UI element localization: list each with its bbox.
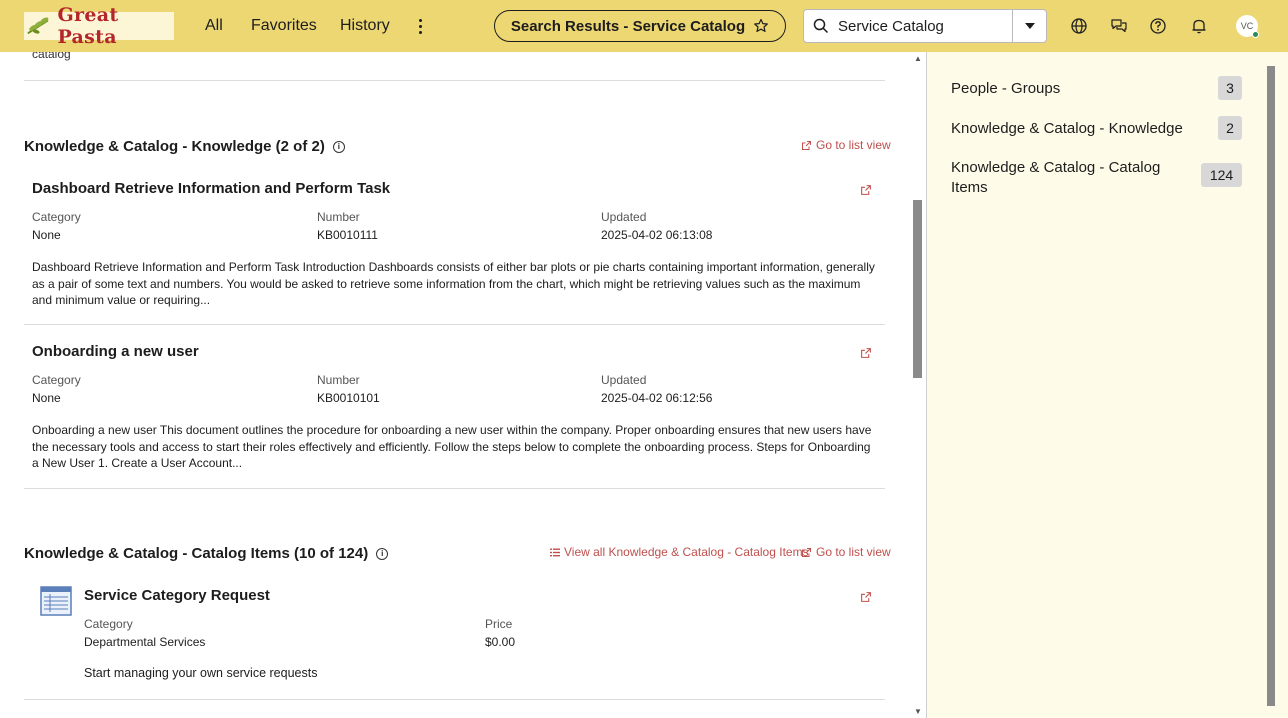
number-value: KB0010111: [317, 228, 378, 242]
category-value: None: [32, 391, 61, 405]
number-value: KB0010101: [317, 391, 380, 405]
divider: [24, 80, 885, 81]
go-to-list-label: Go to list view: [816, 138, 891, 152]
facet-knowledge[interactable]: Knowledge & Catalog - Knowledge: [951, 120, 1183, 137]
category-value: None: [32, 228, 61, 242]
info-icon[interactable]: i: [376, 547, 389, 560]
catalog-item-description: Start managing your own service requests: [84, 666, 318, 680]
facets-scrollbar[interactable]: [1267, 66, 1275, 706]
user-initials: VC: [1240, 21, 1254, 31]
open-external-icon[interactable]: [860, 184, 872, 196]
knowledge-section-heading: Knowledge & Catalog - Knowledge (2 of 2): [24, 138, 325, 155]
nav-favorites[interactable]: Favorites: [251, 17, 317, 35]
scroll-up-arrow[interactable]: ▲: [914, 54, 922, 63]
brand-logo[interactable]: Great Pasta: [24, 4, 174, 48]
view-all-catalog-items-link[interactable]: View all Knowledge & Catalog - Catalog I…: [550, 545, 809, 559]
catalog-item-icon: [40, 586, 72, 616]
scroll-down-arrow[interactable]: ▼: [914, 707, 922, 716]
category-label: Category: [84, 617, 133, 631]
nav-history[interactable]: History: [340, 17, 390, 35]
page-title-pill[interactable]: Search Results - Service Catalog: [494, 10, 786, 42]
catalog-section-heading: Knowledge & Catalog - Catalog Items (10 …: [24, 545, 369, 562]
number-label: Number: [317, 373, 360, 387]
category-label: Category: [32, 210, 81, 224]
open-external-icon[interactable]: [860, 347, 872, 359]
external-link-icon: [802, 140, 811, 150]
results-scrollbar[interactable]: [909, 52, 925, 718]
facet-count-badge: 124: [1201, 163, 1242, 187]
knowledge-go-to-list-link[interactable]: Go to list view: [801, 138, 891, 152]
result-snippet: Onboarding a new user This document outl…: [32, 423, 872, 470]
user-avatar[interactable]: VC: [1236, 15, 1259, 38]
chat-icon[interactable]: [1109, 16, 1129, 36]
knowledge-section-title: Knowledge & Catalog - Knowledge (2 of 2)…: [24, 138, 345, 155]
catalog-go-to-list-link[interactable]: Go to list view: [801, 545, 891, 559]
facet-catalog-items[interactable]: Knowledge & Catalog - Catalog Items: [951, 158, 1171, 198]
result-snippet: Dashboard Retrieve Information and Perfo…: [32, 260, 875, 307]
divider: [24, 324, 885, 325]
divider: [24, 488, 885, 489]
price-value: $0.00: [485, 635, 516, 649]
open-external-icon[interactable]: [860, 591, 872, 603]
clipped-previous-text: catalog: [32, 52, 71, 61]
bell-icon[interactable]: [1189, 16, 1209, 36]
presence-indicator: [1252, 31, 1259, 38]
go-to-list-label: Go to list view: [816, 545, 891, 559]
more-menu-icon[interactable]: [410, 14, 430, 38]
wheat-icon: [27, 17, 49, 35]
price-label: Price: [485, 617, 513, 631]
global-search: [803, 9, 1047, 43]
search-input[interactable]: [838, 11, 1014, 41]
search-scope-dropdown[interactable]: [1012, 10, 1046, 42]
updated-label: Updated: [601, 373, 647, 387]
star-icon[interactable]: [753, 18, 769, 34]
info-icon[interactable]: i: [332, 140, 345, 153]
list-icon: [550, 548, 560, 556]
globe-icon[interactable]: [1069, 16, 1089, 36]
updated-value: 2025-04-02 06:12:56: [601, 391, 713, 405]
external-link-icon: [802, 547, 811, 557]
facet-people-groups[interactable]: People - Groups: [951, 80, 1060, 97]
search-icon: [804, 10, 838, 42]
brand-name: Great Pasta: [57, 4, 119, 48]
nav-all[interactable]: All: [205, 17, 223, 35]
view-all-label: View all Knowledge & Catalog - Catalog I…: [564, 545, 809, 559]
catalog-item-title[interactable]: Service Category Request: [84, 587, 270, 604]
updated-value: 2025-04-02 06:13:08: [601, 228, 713, 242]
help-icon[interactable]: [1148, 16, 1168, 36]
facet-count-badge: 3: [1218, 76, 1242, 100]
search-results: catalog Knowledge & Catalog - Knowledge …: [0, 52, 926, 718]
category-label: Category: [32, 373, 81, 387]
updated-label: Updated: [601, 210, 647, 224]
divider: [24, 699, 885, 700]
facet-count-badge: 2: [1218, 116, 1242, 140]
result-facets-panel: People - Groups 3 Knowledge & Catalog - …: [926, 52, 1288, 718]
catalog-section-title: Knowledge & Catalog - Catalog Items (10 …: [24, 545, 389, 562]
category-value: Departmental Services: [84, 635, 206, 649]
caret-down-icon: [1024, 23, 1035, 29]
results-scrollbar-thumb[interactable]: [913, 200, 922, 378]
top-bar: Great Pasta All Favorites History Search…: [0, 0, 1288, 52]
result-title[interactable]: Dashboard Retrieve Information and Perfo…: [32, 180, 390, 197]
result-title[interactable]: Onboarding a new user: [32, 343, 199, 360]
page-title: Search Results - Service Catalog: [510, 17, 746, 35]
number-label: Number: [317, 210, 360, 224]
